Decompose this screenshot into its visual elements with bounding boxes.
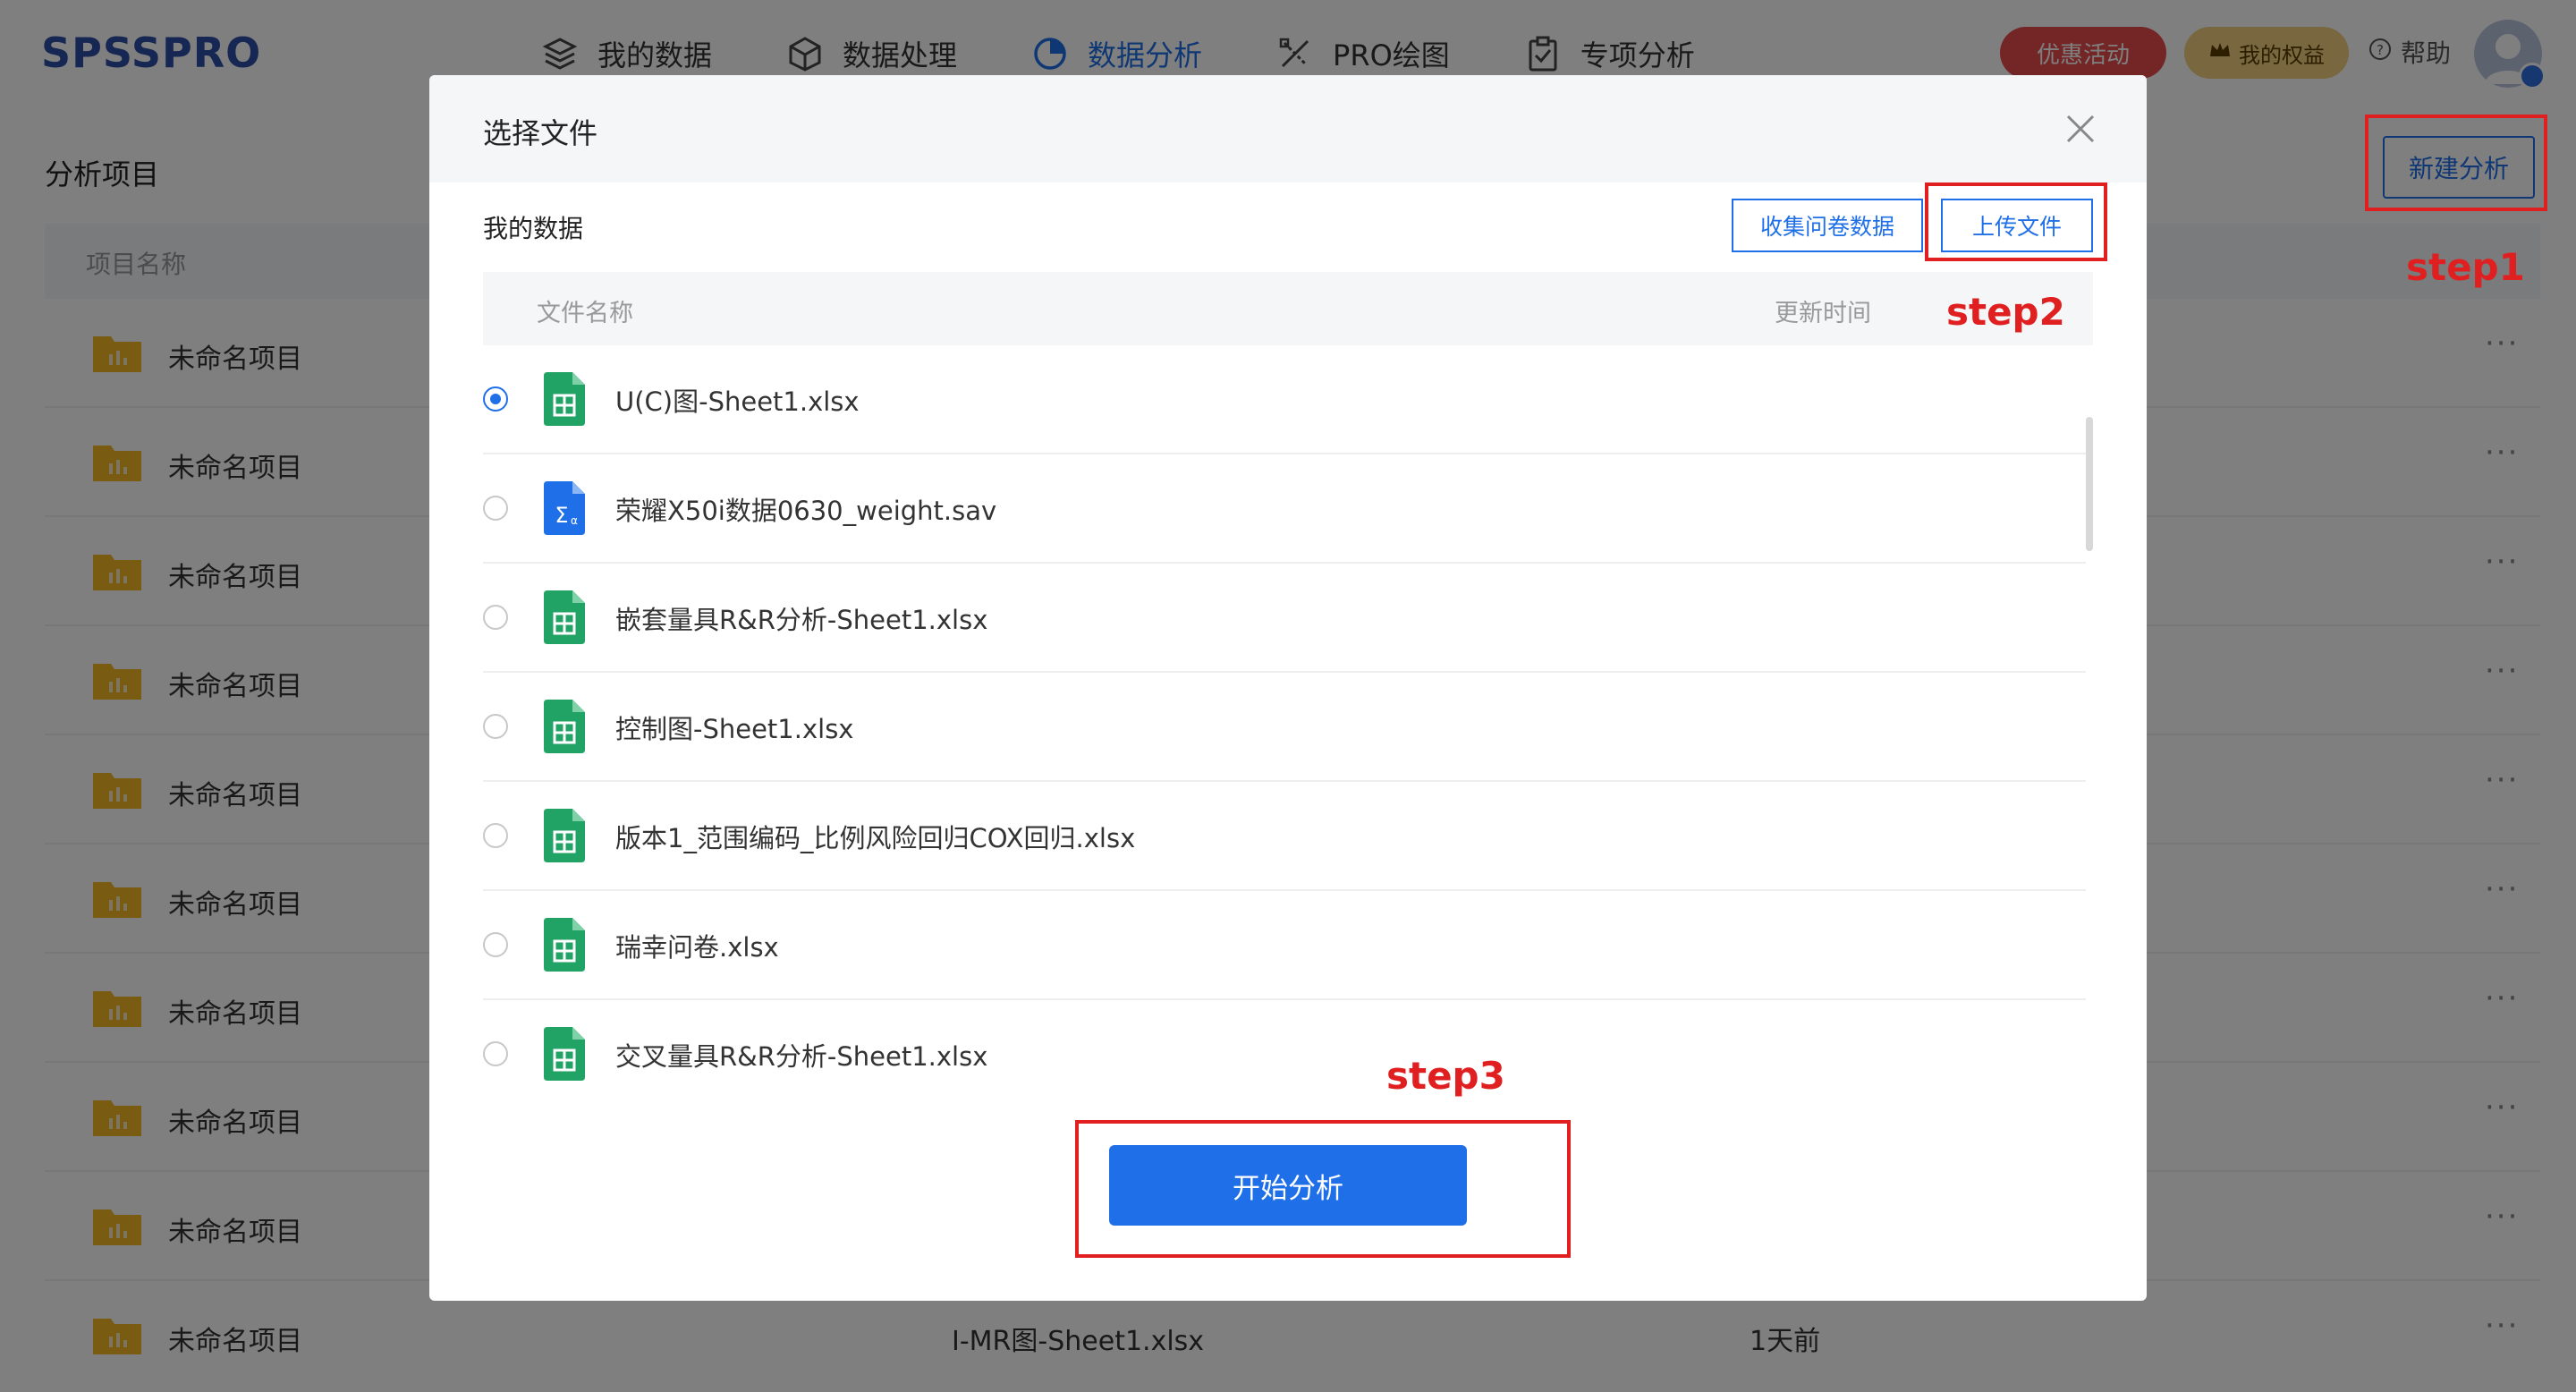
file-row[interactable]: U(C)图-Sheet1.xlsx: [483, 345, 2086, 454]
step2-label: step2: [1946, 290, 2065, 334]
file-radio[interactable]: [483, 823, 508, 848]
select-file-dialog: 选择文件 我的数据 收集问卷数据 上传文件 文件名称 更新时间 U(C)图-Sh…: [429, 75, 2147, 1301]
spreadsheet-icon: [544, 700, 585, 753]
spreadsheet-icon: [544, 372, 585, 426]
column-header-filename: 文件名称: [537, 300, 633, 327]
file-name[interactable]: 荣耀X50i数据0630_weight.sav: [615, 490, 996, 528]
highlight-box-step1: [2365, 115, 2547, 211]
dialog-title: 选择文件: [483, 116, 598, 150]
spreadsheet-icon: [544, 918, 585, 972]
close-icon[interactable]: [2063, 111, 2098, 147]
spreadsheet-icon: [544, 1027, 585, 1081]
svg-text:α: α: [571, 514, 578, 527]
file-name[interactable]: 交叉量具R&R分析-Sheet1.xlsx: [615, 1036, 987, 1074]
file-list[interactable]: U(C)图-Sheet1.xlsx Σα 荣耀X50i数据0630_weight…: [483, 345, 2086, 1133]
file-radio[interactable]: [483, 496, 508, 521]
file-name[interactable]: 版本1_范围编码_比例风险回归COX回归.xlsx: [615, 818, 1135, 855]
sav-file-icon: Σα: [544, 481, 585, 535]
spreadsheet-icon: [544, 590, 585, 644]
file-name[interactable]: U(C)图-Sheet1.xlsx: [615, 381, 860, 419]
file-row[interactable]: Σα 荣耀X50i数据0630_weight.sav: [483, 454, 2086, 564]
file-row[interactable]: 瑞幸问卷.xlsx: [483, 891, 2086, 1000]
file-radio[interactable]: [483, 932, 508, 957]
file-table-header: 文件名称 更新时间: [483, 272, 2093, 345]
highlight-box-step2: [1925, 182, 2107, 261]
file-radio[interactable]: [483, 605, 508, 630]
file-name[interactable]: 控制图-Sheet1.xlsx: [615, 709, 853, 746]
scrollbar[interactable]: [2086, 345, 2093, 1133]
file-name[interactable]: 瑞幸问卷.xlsx: [615, 927, 779, 964]
column-header-updated: 更新时间: [1775, 300, 1871, 327]
file-radio[interactable]: [483, 386, 508, 412]
svg-text:Σ: Σ: [555, 503, 568, 528]
file-row[interactable]: 嵌套量具R&R分析-Sheet1.xlsx: [483, 564, 2086, 673]
scrollbar-thumb[interactable]: [2086, 417, 2093, 551]
file-row[interactable]: 控制图-Sheet1.xlsx: [483, 673, 2086, 782]
collect-survey-button[interactable]: 收集问卷数据: [1732, 199, 1923, 252]
step3-label: step3: [1386, 1054, 1505, 1098]
file-name[interactable]: 嵌套量具R&R分析-Sheet1.xlsx: [615, 599, 987, 637]
file-radio[interactable]: [483, 714, 508, 739]
my-data-label: 我的数据: [483, 214, 584, 243]
file-row[interactable]: 交叉量具R&R分析-Sheet1.xlsx: [483, 1000, 2086, 1109]
spreadsheet-icon: [544, 809, 585, 862]
file-row[interactable]: 版本1_范围编码_比例风险回归COX回归.xlsx: [483, 782, 2086, 891]
dialog-header: 选择文件: [429, 75, 2147, 182]
file-radio[interactable]: [483, 1041, 508, 1066]
step1-label: step1: [2406, 245, 2525, 289]
highlight-box-step3: [1075, 1120, 1571, 1258]
